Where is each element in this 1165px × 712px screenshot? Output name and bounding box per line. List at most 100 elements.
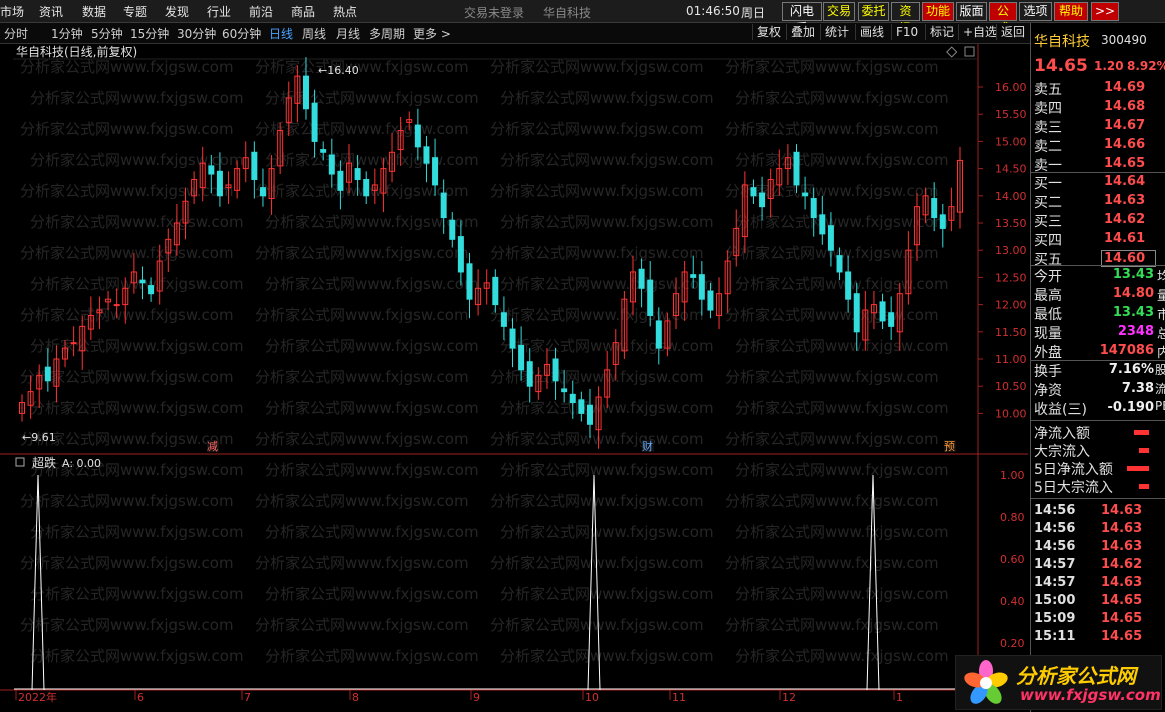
candle-body — [251, 151, 258, 180]
menu-button[interactable]: >> — [1091, 2, 1119, 21]
period-tab[interactable]: 多周期 — [369, 25, 405, 42]
stat-tail: 量 — [1157, 289, 1165, 304]
chart-title: 华自科技(日线,前复权) — [16, 44, 137, 59]
watermark: 分析家公式网www.fxjgsw.com — [500, 523, 714, 541]
watermark: 分析家公式网www.fxjgsw.com — [265, 585, 479, 603]
menu-button[interactable]: 选项 — [1019, 2, 1052, 21]
last-price: 14.65 — [1034, 56, 1088, 76]
menu-button[interactable]: 资讯 — [891, 2, 920, 35]
toolbar-button[interactable]: 叠加 — [786, 24, 815, 40]
period-tab[interactable]: 周线 — [302, 25, 326, 42]
period-tab[interactable]: 日线 — [269, 25, 293, 42]
candle-body — [827, 225, 834, 251]
indicator-tick: 0.80 — [1000, 511, 1025, 524]
toolbar-button[interactable]: F10 — [891, 24, 918, 40]
toolbar-button[interactable]: 复权 — [752, 24, 781, 40]
menu-item[interactable]: 热点 — [333, 3, 357, 20]
event-marker-label: 预 — [944, 440, 955, 453]
login-status[interactable]: 交易未登录 — [464, 4, 524, 21]
period-tab[interactable]: 60分钟 — [222, 25, 261, 42]
watermark: 分析家公式网www.fxjgsw.com — [490, 58, 704, 76]
watermark: 分析家公式网www.fxjgsw.com — [490, 244, 704, 262]
candle-body — [363, 178, 370, 197]
menu-item[interactable]: 行业 — [207, 3, 231, 20]
stat2-value: 7.38 — [1121, 381, 1154, 396]
price-change: 1.20 — [1094, 59, 1124, 73]
menu-button[interactable]: 版面 — [956, 2, 987, 21]
stat2-label: 换手 — [1034, 364, 1062, 380]
candle-body — [139, 279, 146, 284]
menu-item[interactable]: 前沿 — [249, 3, 273, 20]
toolbar-button[interactable]: 画线 — [855, 24, 884, 40]
candle-body — [113, 304, 120, 307]
xaxis-label: 12 — [782, 691, 796, 704]
menu-item[interactable]: 发现 — [165, 3, 189, 20]
period-tab[interactable]: 5分钟 — [91, 25, 123, 42]
toolbar-button[interactable]: 统计 — [820, 24, 849, 40]
watermark: 分析家公式网www.fxjgsw.com — [265, 151, 479, 169]
menu-button[interactable]: 帮助 — [1054, 2, 1088, 21]
watermark: 分析家公式网www.fxjgsw.com — [490, 430, 704, 448]
price-tick: 16.00 — [995, 81, 1027, 94]
period-tab[interactable]: 月线 — [336, 25, 360, 42]
stat2-tail: 股 — [1155, 363, 1165, 377]
tick-time: 15:11 — [1034, 629, 1076, 644]
stock-name: 华自科技 — [1034, 34, 1090, 50]
ticks-divider — [1031, 498, 1165, 499]
menu-button[interactable]: 公式 — [989, 2, 1017, 35]
kline-chart[interactable]: 分析家公式网www.fxjgsw.com 分析家公式网www.fxjgsw.com… — [0, 44, 1028, 704]
period-tab[interactable]: 15分钟 — [130, 25, 169, 42]
stat-value: 13.43 — [1112, 267, 1154, 282]
price-tick: 10.50 — [995, 380, 1027, 393]
stat-tail: 均 — [1157, 270, 1165, 285]
watermark: 分析家公式网www.fxjgsw.com — [255, 58, 469, 76]
diamond-icon[interactable] — [946, 46, 958, 58]
stat2-value: 7.16% — [1108, 362, 1154, 377]
period-tab[interactable]: 30分钟 — [177, 25, 216, 42]
menu-button[interactable]: 交易 — [823, 2, 855, 21]
candle-body — [466, 263, 473, 300]
ask-label: 卖二 — [1034, 139, 1062, 155]
toolbar-button[interactable]: 标记 — [925, 24, 954, 40]
menu-item[interactable]: 数据 — [82, 3, 106, 20]
tick-price: 14.63 — [1101, 503, 1143, 518]
logo-text: 分析家公式网 — [1016, 664, 1136, 688]
stat-label: 外盘 — [1034, 345, 1062, 361]
candle-body — [328, 154, 335, 175]
period-tab[interactable]: 1分钟 — [51, 25, 83, 42]
watermark: 分析家公式网www.fxjgsw.com — [500, 275, 714, 293]
menu-button[interactable]: 委托 — [858, 2, 889, 21]
watermark: 分析家公式网www.fxjgsw.com — [725, 430, 939, 448]
stat2-label: 净资 — [1034, 383, 1062, 399]
menu-item[interactable]: 市场 — [0, 3, 24, 20]
watermark: 分析家公式网www.fxjgsw.com — [30, 213, 244, 231]
indicator-toggle-icon[interactable] — [15, 457, 25, 467]
menu-item[interactable]: 商品 — [291, 3, 315, 20]
price-tick: 15.00 — [995, 135, 1027, 148]
period-tab[interactable]: 分时 — [4, 25, 28, 42]
candle-body — [354, 168, 361, 180]
maximize-icon[interactable] — [964, 46, 975, 57]
watermark: 分析家公式网www.fxjgsw.com — [20, 244, 234, 262]
watermark: 分析家公式网www.fxjgsw.com — [20, 58, 234, 76]
toolbar-button[interactable]: 返回 — [996, 24, 1025, 40]
tick-price: 14.65 — [1101, 611, 1143, 626]
tick-price: 14.63 — [1101, 539, 1143, 554]
menu-item[interactable]: 专题 — [123, 3, 147, 20]
menu-button[interactable]: 闪电手 — [782, 2, 822, 35]
candle-body — [586, 404, 593, 425]
indicator-tick: 1.00 — [1000, 469, 1025, 482]
period-tab[interactable]: 更多 > — [413, 25, 451, 42]
candle-body — [561, 388, 568, 393]
stat-value: 2348 — [1117, 324, 1154, 339]
menu-item[interactable]: 资讯 — [39, 3, 63, 20]
toolbar-button[interactable]: +自选 — [958, 24, 997, 40]
flow-label: 净流入额 — [1034, 426, 1090, 442]
ask-price: 14.66 — [1104, 137, 1146, 152]
price-tick: 14.00 — [995, 190, 1027, 203]
xaxis-label: 2022年 — [18, 690, 57, 704]
watermark: 分析家公式网www.fxjgsw.com — [265, 337, 479, 355]
candle-body — [845, 271, 852, 300]
menu-button[interactable]: 功能 — [922, 2, 954, 21]
price-tick: 13.50 — [995, 217, 1027, 230]
